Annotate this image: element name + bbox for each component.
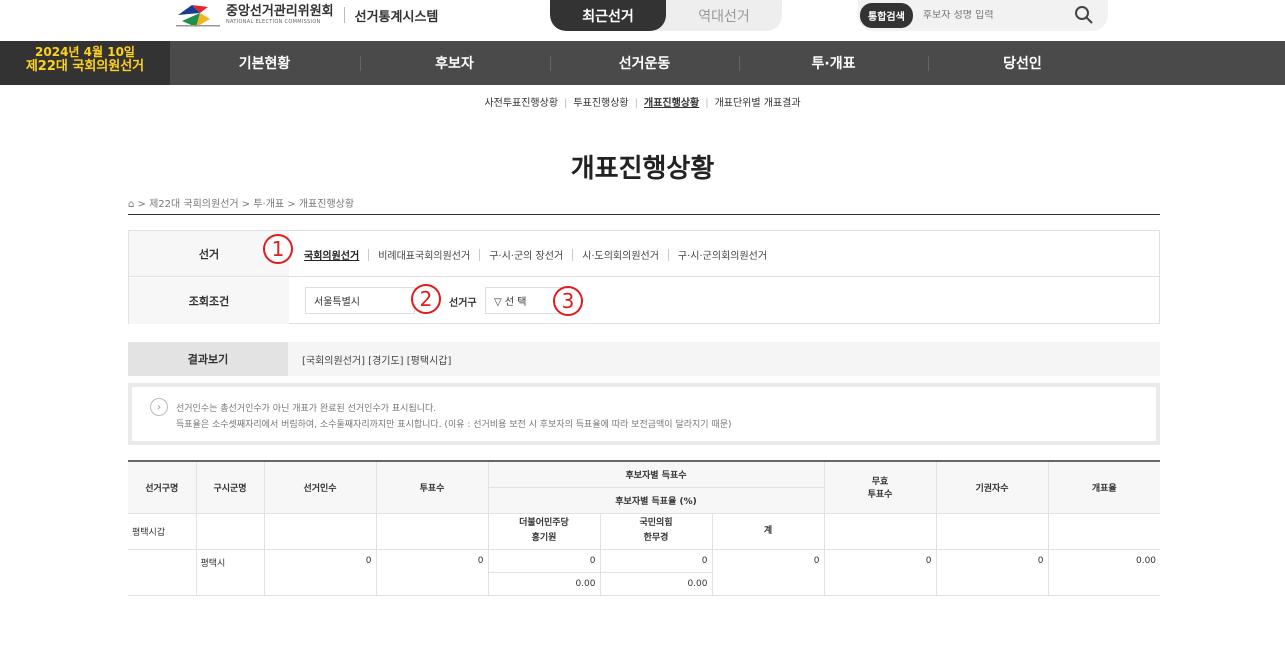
- empty-cell: [1047, 512, 1161, 550]
- query-condition-row: 조회조건 시도 서울특별시 선거구 ▽ 선 택: [129, 278, 1159, 324]
- toggle-past-elections[interactable]: 역대선거: [666, 0, 782, 31]
- header-invalid: 무효 투표수: [823, 460, 937, 514]
- candidate-1-rate: 0.00: [488, 571, 601, 596]
- header-votes: 투표수: [375, 460, 489, 514]
- tab-separator: [572, 248, 574, 261]
- nav-basic-status[interactable]: 기본현황: [170, 41, 359, 85]
- election-name: 제22대 국회의원선거: [25, 59, 145, 75]
- tab-national-assembly[interactable]: 국회의원선거: [304, 247, 359, 262]
- notice-box: › 선거인수는 총선거인수가 아닌 개표가 완료된 선거인수가 표시됩니다. 득…: [128, 383, 1160, 445]
- logo-text: 중앙선거관리위원회 NATIONAL ELECTION COMMISSION: [226, 5, 334, 25]
- search-box: 통합검색: [858, 0, 1108, 31]
- header-electors: 선거인수: [263, 460, 377, 514]
- district-label: 선거구: [449, 298, 477, 309]
- tab-separator: [667, 248, 669, 261]
- notice-line-1: 선거인수는 총선거인수가 아닌 개표가 완료된 선거인수가 표시됩니다.: [176, 404, 437, 414]
- candidate-2-name: 한무경: [643, 533, 669, 543]
- sido-select[interactable]: 서울특별시: [305, 287, 415, 314]
- candidate-2-votes: 0: [599, 548, 713, 573]
- candidate-2-rate: 0.00: [599, 571, 712, 596]
- subnav-separator: |: [564, 98, 568, 109]
- annotation-marker-2: 2: [411, 284, 441, 314]
- subnav-voting-progress[interactable]: 투표진행상황: [573, 94, 628, 109]
- logo-korean: 중앙선거관리위원회: [226, 4, 334, 19]
- subnav-counting-results[interactable]: 개표단위별 개표결과: [715, 94, 801, 109]
- query-condition-label: 조회조건: [129, 278, 289, 324]
- result-value: [국회의원선거] [경기도] [평택시갑]: [302, 356, 452, 367]
- integrated-search-badge[interactable]: 통합검색: [860, 3, 913, 28]
- subnav-early-voting[interactable]: 사전투표진행상황: [484, 94, 558, 109]
- empty-cell: [823, 512, 937, 550]
- notice-line-2: 득표율은 소수셋째자리에서 버림하여, 소수둘째자리까지만 표시합니다. (이유…: [176, 420, 732, 430]
- breadcrumb: ⌂ > 제22대 국회의원선거 > 투·개표 > 개표진행상황: [128, 195, 354, 210]
- subnav-separator: |: [705, 98, 709, 109]
- electors-cell: 0: [263, 548, 377, 596]
- nec-logo-icon: [176, 5, 220, 27]
- progress-rate: 0.00: [1047, 548, 1161, 596]
- candidate-2-cell: 국민의힘 한무경: [599, 512, 713, 550]
- search-icon[interactable]: [1074, 5, 1094, 25]
- tab-proportional[interactable]: 비례대표국회의원선거: [378, 247, 470, 262]
- candidate-1-votes: 0: [487, 548, 601, 573]
- tab-separator: [368, 248, 370, 261]
- header-abstain: 기권자수: [935, 460, 1049, 514]
- result-label: 결과보기: [128, 342, 288, 376]
- district-name-cell: 평택시갑: [128, 512, 197, 550]
- candidate-1-party: 더불어민주당: [519, 518, 569, 528]
- home-icon[interactable]: ⌂: [128, 199, 134, 210]
- nec-logo[interactable]: 중앙선거관리위원회 NATIONAL ELECTION COMMISSION 선…: [174, 0, 438, 30]
- candidate-search-input[interactable]: [922, 10, 1053, 21]
- header-candidate-rate: 후보자별 득표율 (%): [488, 486, 825, 514]
- empty-cell: [375, 512, 489, 550]
- header-progress: 개표율: [1047, 460, 1161, 514]
- logo-english: NATIONAL ELECTION COMMISSION: [226, 19, 321, 25]
- empty-cell: [263, 512, 377, 550]
- abstain-count: 0: [935, 548, 1049, 596]
- logo-divider: [343, 7, 345, 23]
- breadcrumb-path: > 제22대 국회의원선거 > 투·개표 > 개표진행상황: [137, 199, 355, 210]
- header: 중앙선거관리위원회 NATIONAL ELECTION COMMISSION 선…: [0, 0, 1285, 40]
- candidate-1-cell: 더불어민주당 홍기원: [487, 512, 601, 550]
- annotation-marker-1: 1: [263, 234, 293, 264]
- empty-cell: [128, 548, 197, 596]
- nav-voting-counting[interactable]: 투·개표: [739, 41, 928, 85]
- sum-header-cell: 계: [711, 512, 825, 550]
- chevron-right-icon: ›: [150, 398, 168, 416]
- main-navigation: 2024년 4월 10일 제22대 국회의원선거 기본현황 후보자 선거운동 투…: [0, 41, 1285, 85]
- counting-results-table: 선거구명 구시군명 선거인수 투표수 후보자별 득표수 무효 투표수 기권자수 …: [128, 460, 1161, 596]
- election-date: 2024년 4월 10일: [35, 45, 135, 59]
- notice-text: 선거인수는 총선거인수가 아닌 개표가 완료된 선거인수가 표시됩니다. 득표율…: [176, 401, 732, 433]
- tab-local-head[interactable]: 구·시·군의 장선거: [489, 247, 563, 262]
- sub-navigation: 사전투표진행상황 | 투표진행상황 | 개표진행상황 | 개표단위별 개표결과: [0, 94, 1285, 109]
- tab-local-council[interactable]: 구·시·군의회의원선거: [678, 247, 767, 262]
- system-name[interactable]: 선거통계시스템: [355, 6, 439, 25]
- header-district: 선거구명: [128, 460, 197, 514]
- annotation-marker-3: 3: [553, 286, 583, 316]
- invalid-votes: 0: [823, 548, 937, 596]
- subnav-counting-progress[interactable]: 개표진행상황: [644, 94, 699, 109]
- election-type-tabs: 국회의원선거 비례대표국회의원선거 구·시·군의 장선거 시·도의회의원선거 구…: [304, 247, 767, 262]
- candidate-1-name: 홍기원: [531, 533, 557, 543]
- result-summary: 결과보기 [국회의원선거] [경기도] [평택시갑]: [128, 342, 1160, 376]
- nav-campaign[interactable]: 선거운동: [550, 41, 739, 85]
- empty-cell: [195, 512, 265, 550]
- subnav-separator: |: [634, 98, 638, 109]
- votes-cell: 0: [375, 548, 489, 596]
- current-election-label[interactable]: 2024년 4월 10일 제22대 국회의원선거: [0, 41, 170, 85]
- header-candidate-votes: 후보자별 득표수: [487, 460, 825, 488]
- header-city: 구시군명: [195, 460, 265, 514]
- empty-cell: [935, 512, 1049, 550]
- tab-provincial-council[interactable]: 시·도의회의원선거: [582, 247, 659, 262]
- election-period-toggle: 최근선거 역대선거: [550, 0, 782, 31]
- nav-winners[interactable]: 당선인: [928, 41, 1117, 85]
- sum-votes: 0: [711, 548, 825, 596]
- breadcrumb-divider: [128, 214, 1160, 215]
- tab-separator: [479, 248, 481, 261]
- page-title: 개표진행상황: [570, 154, 715, 184]
- candidate-2-party: 국민의힘: [639, 518, 673, 528]
- nav-candidates[interactable]: 후보자: [360, 41, 549, 85]
- toggle-recent-elections[interactable]: 최근선거: [550, 0, 666, 31]
- city-name-cell: 평택시: [195, 548, 265, 596]
